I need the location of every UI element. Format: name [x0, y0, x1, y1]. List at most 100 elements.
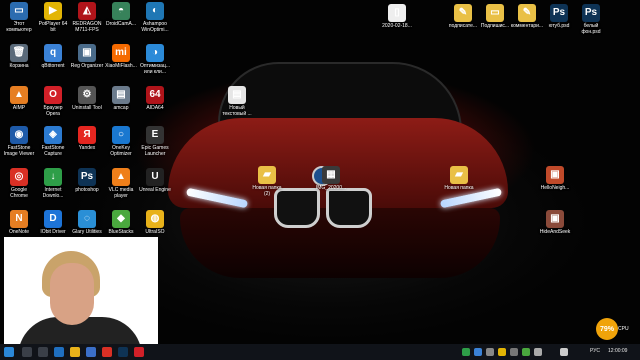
app-icon: Ps	[78, 168, 96, 186]
desktop-icon-label: BlueStacks	[108, 229, 134, 235]
desktop-icon-label: AIDA64	[146, 105, 164, 111]
tray-icon-3[interactable]	[486, 348, 494, 356]
desktop-icon-label: XiaoMiFlash...	[105, 63, 137, 69]
desktop-icon[interactable]: Ps ютуб.psd	[542, 4, 576, 29]
search-icon[interactable]	[22, 347, 32, 357]
app-icon: mi	[112, 44, 130, 62]
tray-icon-1[interactable]	[462, 348, 470, 356]
desktop-icon-label: AIMP	[12, 105, 26, 111]
taskbar: РУС 12:00:09	[0, 344, 640, 360]
app-icon: ◐	[146, 2, 164, 20]
desktop-icon-label: ютуб.psd	[548, 23, 570, 29]
desktop-icon[interactable]: ▤ amcap	[104, 86, 138, 111]
taskbar-app-explorer[interactable]	[70, 347, 80, 357]
desktop-icon[interactable]: ◐ Ashampoo WinOptimi...	[138, 2, 172, 33]
desktop-icon[interactable]: ⚙ Uninstall Tool	[70, 86, 104, 111]
desktop-icon[interactable]: ◆ BlueStacks	[104, 210, 138, 235]
taskbar-app-opera[interactable]	[134, 347, 144, 357]
desktop-icon[interactable]: O Браузер Opera	[36, 86, 70, 117]
taskbar-app-chrome[interactable]	[102, 347, 112, 357]
desktop-icon[interactable]: ◍ UltraISO	[138, 210, 172, 235]
desktop-icon[interactable]: ▲ VLC media player	[104, 168, 138, 199]
start-button[interactable]	[4, 347, 14, 357]
desktop-icon[interactable]: E Epic Games Launcher	[138, 126, 172, 157]
desktop-icon[interactable]: Ps белый фон.psd	[574, 4, 608, 35]
desktop-icon[interactable]: mi XiaoMiFlash...	[104, 44, 138, 69]
desktop-icon[interactable]: ◓ DroidCamA...	[104, 2, 138, 27]
desktop-icon[interactable]: ◭ REDRAGON M711-FPS	[70, 2, 104, 33]
desktop-icon[interactable]: Я Yandex	[70, 126, 104, 151]
desktop-icon[interactable]: N OneNote	[2, 210, 36, 235]
app-icon: 🗑	[10, 44, 28, 62]
desktop-icon[interactable]: ▣ Reg Organizer	[70, 44, 104, 69]
taskbar-app-store[interactable]	[86, 347, 96, 357]
desktop-icon[interactable]: ↓ Internet Downlo...	[36, 168, 70, 199]
language-indicator[interactable]: РУС	[590, 348, 600, 354]
desktop-icon[interactable]: ▣ HideAndSeek	[538, 210, 572, 235]
volume-icon[interactable]	[560, 348, 568, 356]
tray-icon-7[interactable]	[534, 348, 542, 356]
desktop-icon[interactable]: ▰ Новая папка	[442, 166, 476, 191]
desktop-icon[interactable]: ✎ подписате...	[446, 4, 480, 29]
app-icon: ▲	[10, 86, 28, 104]
desktop-icon[interactable]: ◎ Google Chrome	[2, 168, 36, 199]
desktop-icon[interactable]: 64 AIDA64	[138, 86, 172, 111]
app-icon: ◎	[10, 168, 28, 186]
clock[interactable]: 12:00:09	[608, 348, 627, 354]
webcam-overlay	[4, 237, 158, 346]
desktop-icon[interactable]: ○ OneKey Optimizer	[104, 126, 138, 157]
desktop-icon-label: Корзина	[9, 63, 29, 69]
desktop-icon[interactable]: ▭ Подпишис...	[478, 4, 512, 29]
desktop-icon-label: OneNote	[8, 229, 29, 235]
desktop-icon-label: 2020-02-18...	[382, 23, 412, 29]
desktop-icon[interactable]: ▲ AIMP	[2, 86, 36, 111]
desktop-icon[interactable]: ▰ Новая папка (2)	[250, 166, 284, 197]
desktop-icon[interactable]: ◌ Glary Utilities	[70, 210, 104, 235]
desktop-icon[interactable]: U Unreal Engine	[138, 168, 172, 193]
tray-icon-2[interactable]	[474, 348, 482, 356]
desktop-icon-label: комментари...	[510, 23, 544, 29]
desktop-icon[interactable]: ▣ HelloNeigh...	[538, 166, 572, 191]
desktop-icon[interactable]: D IObit Driver	[36, 210, 70, 235]
desktop-icon[interactable]: ▭ Этот компьютер	[2, 2, 36, 33]
desktop-icon-label: qBittorrent	[41, 63, 65, 69]
app-icon: ▰	[258, 166, 276, 184]
app-icon: ▶	[44, 2, 62, 20]
tray-icon-4[interactable]	[498, 348, 506, 356]
desktop-icon[interactable]: ◑ Оптимизац... или кли...	[138, 44, 172, 75]
desktop-icon-label: PotPlayer 64 bit	[38, 21, 68, 33]
desktop-icon-label: подписате...	[448, 23, 478, 29]
app-icon: ◍	[146, 210, 164, 228]
desktop-icon[interactable]: ▯ 2020-02-18...	[380, 4, 414, 29]
taskbar-app-photoshop[interactable]	[118, 347, 128, 357]
cpu-label: CPU	[618, 326, 629, 332]
desktop-icon[interactable]: ◉ FastStone Image Viewer	[2, 126, 36, 157]
app-icon: Я	[78, 126, 96, 144]
app-icon: ◆	[112, 210, 130, 228]
desktop-icon-label: Unreal Engine	[139, 187, 171, 193]
desktop-icon[interactable]: ▦ IMG_20200...	[314, 166, 348, 191]
app-icon: D	[44, 210, 62, 228]
app-icon: ✎	[454, 4, 472, 22]
desktop-icon[interactable]: q qBittorrent	[36, 44, 70, 69]
desktop-icon-label: UltraISO	[145, 229, 165, 235]
app-icon: 64	[146, 86, 164, 104]
desktop-icon[interactable]: Ps photoshop	[70, 168, 104, 193]
cpu-widget[interactable]: 79% CPU	[596, 318, 629, 344]
taskbar-app-edge[interactable]	[54, 347, 64, 357]
task-view-icon[interactable]	[38, 347, 48, 357]
tray-icon-6[interactable]	[522, 348, 530, 356]
desktop-icon[interactable]: ◈ FastStone Capture	[36, 126, 70, 157]
desktop-icon-label: IObit Driver	[40, 229, 66, 235]
desktop-icon[interactable]: ▤ Новый текстовый ...	[220, 86, 254, 117]
app-icon: ◑	[146, 44, 164, 62]
app-icon: ▭	[486, 4, 504, 22]
app-icon: ▭	[10, 2, 28, 20]
desktop-icon[interactable]: 🗑 Корзина	[2, 44, 36, 69]
desktop-icon[interactable]: ▶ PotPlayer 64 bit	[36, 2, 70, 33]
tray-icon-5[interactable]	[510, 348, 518, 356]
desktop-icon[interactable]: ✎ комментари...	[510, 4, 544, 29]
app-icon: ◉	[10, 126, 28, 144]
app-icon: ◭	[78, 2, 96, 20]
app-icon: ▦	[322, 166, 340, 184]
